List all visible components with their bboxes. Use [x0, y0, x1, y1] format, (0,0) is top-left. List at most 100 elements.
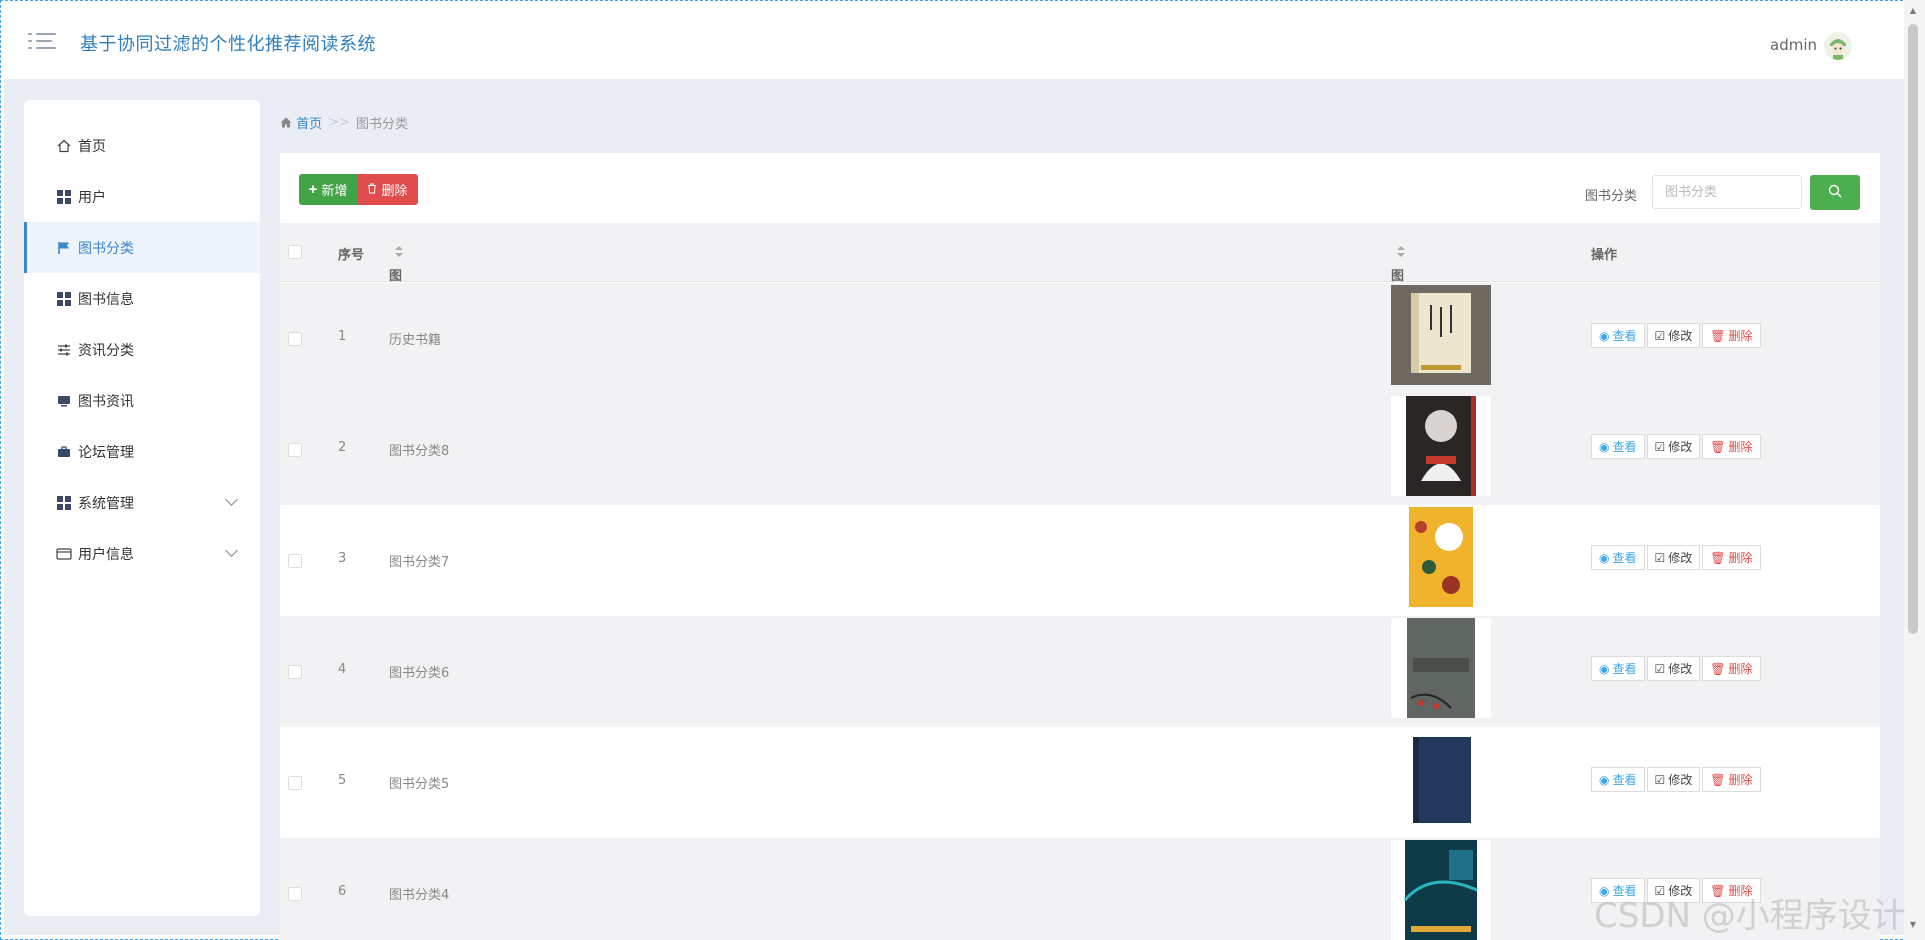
chevron-down-icon — [225, 493, 238, 506]
sidebar-item-system[interactable]: 系统管理 — [24, 477, 260, 528]
eye-icon: ◉ — [1599, 661, 1610, 676]
breadcrumb: 首页 >> 图书分类 — [280, 113, 408, 132]
view-button[interactable]: ◉ 查看 — [1591, 545, 1645, 570]
trash-icon: 🗑 — [1710, 439, 1726, 454]
sidebar-item-home[interactable]: 首页 — [24, 120, 260, 171]
add-button-label: 新增 — [321, 183, 348, 198]
row-checkbox[interactable] — [288, 332, 302, 346]
book-cover-image — [1391, 396, 1491, 496]
flag-icon — [56, 240, 72, 256]
main-panel: + 新增 删除 图书分类 序号 图书分类 图片 操作 1 历史书籍 ◉查看 — [280, 153, 1880, 940]
edit-button-label: 修改 — [1668, 440, 1693, 454]
user-name[interactable]: admin — [1770, 36, 1817, 54]
breadcrumb-home[interactable]: 首页 — [280, 113, 322, 132]
sidebar-item-book-category[interactable]: 图书分类 — [24, 222, 260, 273]
sidebar-item-book-info[interactable]: 图书信息 — [24, 273, 260, 324]
book-cover-image — [1391, 840, 1491, 940]
grid-icon — [56, 291, 72, 307]
edit-icon: ☑ — [1654, 328, 1666, 343]
delete-button[interactable]: 🗑 删除 — [1702, 323, 1761, 348]
search-icon — [1828, 184, 1842, 201]
row-index: 6 — [338, 884, 347, 899]
row-actions: ◉ 查看 ☑ 修改 🗑 删除 — [1591, 323, 1761, 348]
eye-icon: ◉ — [1599, 439, 1610, 454]
edit-button[interactable]: ☑ 修改 — [1646, 545, 1701, 570]
row-checkbox[interactable] — [288, 443, 302, 457]
sidebar-item-label: 用户 — [78, 189, 106, 206]
view-button[interactable]: ◉ 查看 — [1591, 656, 1645, 681]
sidebar-item-label: 论坛管理 — [78, 444, 134, 461]
avatar-icon[interactable] — [1824, 32, 1852, 60]
trash-icon — [367, 182, 377, 197]
row-checkbox[interactable] — [288, 887, 302, 901]
column-actions: 操作 — [1591, 248, 1618, 263]
search-input[interactable] — [1652, 175, 1802, 209]
sidebar-item-forum[interactable]: 论坛管理 — [24, 426, 260, 477]
column-category[interactable]: 图书分类 — [389, 244, 403, 341]
batch-delete-button[interactable]: 删除 — [357, 174, 418, 205]
scroll-down-icon[interactable]: ▼ — [1908, 920, 1918, 930]
column-image[interactable]: 图片 — [1391, 244, 1405, 303]
row-checkbox[interactable] — [288, 554, 302, 568]
row-category: 图书分类7 — [389, 555, 450, 570]
table-row: 3 图书分类7 ◉ 查看 ☑ 修改 🗑 删除 — [280, 505, 1880, 616]
table-header: 序号 图书分类 图片 操作 — [280, 223, 1880, 341]
edit-button-label: 修改 — [1668, 329, 1693, 343]
sidebar-item-user-info[interactable]: 用户信息 — [24, 528, 260, 579]
delete-button[interactable]: 🗑 删除 — [1702, 767, 1761, 792]
row-category: 图书分类8 — [389, 444, 450, 459]
scrollbar-thumb[interactable] — [1908, 24, 1918, 634]
view-button-label: 查看 — [1612, 440, 1637, 454]
edit-button[interactable]: ☑ 修改 — [1646, 767, 1701, 792]
briefcase-icon — [56, 444, 72, 460]
row-category: 图书分类5 — [389, 777, 450, 792]
table-row: 4 图书分类6 ◉ 查看 ☑ 修改 🗑 删除 — [280, 616, 1880, 727]
delete-button[interactable]: 🗑 删除 — [1702, 434, 1761, 459]
sidebar-item-news-category[interactable]: 资讯分类 — [24, 324, 260, 375]
sort-icon[interactable] — [395, 246, 403, 257]
row-index: 4 — [338, 662, 347, 677]
view-button[interactable]: ◉ 查看 — [1591, 767, 1645, 792]
add-button[interactable]: + 新增 — [299, 174, 357, 205]
edit-icon: ☑ — [1654, 661, 1666, 676]
select-all-checkbox[interactable] — [288, 245, 302, 259]
edit-button[interactable]: ☑ 修改 — [1646, 656, 1701, 681]
edit-button[interactable]: ☑ 修改 — [1646, 434, 1701, 459]
trash-icon: 🗑 — [1710, 661, 1726, 676]
delete-button-label: 删除 — [1728, 773, 1753, 787]
sidebar-item-users[interactable]: 用户 — [24, 171, 260, 222]
monitor-icon — [56, 393, 72, 409]
row-actions: ◉ 查看 ☑ 修改 🗑 删除 — [1591, 545, 1761, 570]
grid-icon — [56, 495, 72, 511]
table-row: 2 图书分类8 ◉ 查看 ☑ 修改 🗑 删除 — [280, 394, 1880, 505]
view-button[interactable]: ◉ 查看 — [1591, 323, 1645, 348]
search-button[interactable] — [1810, 175, 1860, 210]
delete-button[interactable]: 🗑 删除 — [1702, 545, 1761, 570]
edit-button[interactable]: ☑ 修改 — [1646, 323, 1701, 348]
eye-icon: ◉ — [1599, 328, 1610, 343]
sort-icon[interactable] — [1397, 246, 1405, 257]
edit-button-label: 修改 — [1668, 773, 1693, 787]
delete-button-label: 删除 — [1728, 662, 1753, 676]
row-checkbox[interactable] — [288, 665, 302, 679]
delete-button-label: 删除 — [1728, 440, 1753, 454]
plus-icon: + — [308, 181, 318, 198]
row-checkbox[interactable] — [288, 776, 302, 790]
row-actions: ◉ 查看 ☑ 修改 🗑 删除 — [1591, 656, 1761, 681]
sidebar-item-book-news[interactable]: 图书资讯 — [24, 375, 260, 426]
row-category: 历史书籍 — [389, 333, 442, 348]
home-icon — [280, 117, 296, 132]
breadcrumb-current: 图书分类 — [355, 117, 408, 132]
edit-icon: ☑ — [1654, 439, 1666, 454]
scroll-up-icon[interactable]: ▲ — [1908, 6, 1918, 16]
batch-delete-button-label: 删除 — [381, 183, 408, 198]
view-button[interactable]: ◉ 查看 — [1591, 434, 1645, 459]
trash-icon: 🗑 — [1710, 772, 1726, 787]
delete-button-label: 删除 — [1728, 329, 1753, 343]
home-icon — [56, 138, 72, 154]
sidebar-item-label: 用户信息 — [78, 546, 134, 563]
row-actions: ◉ 查看 ☑ 修改 🗑 删除 — [1591, 767, 1761, 792]
list-menu-icon[interactable] — [28, 32, 58, 52]
book-cover-image — [1391, 507, 1491, 607]
delete-button[interactable]: 🗑 删除 — [1702, 656, 1761, 681]
